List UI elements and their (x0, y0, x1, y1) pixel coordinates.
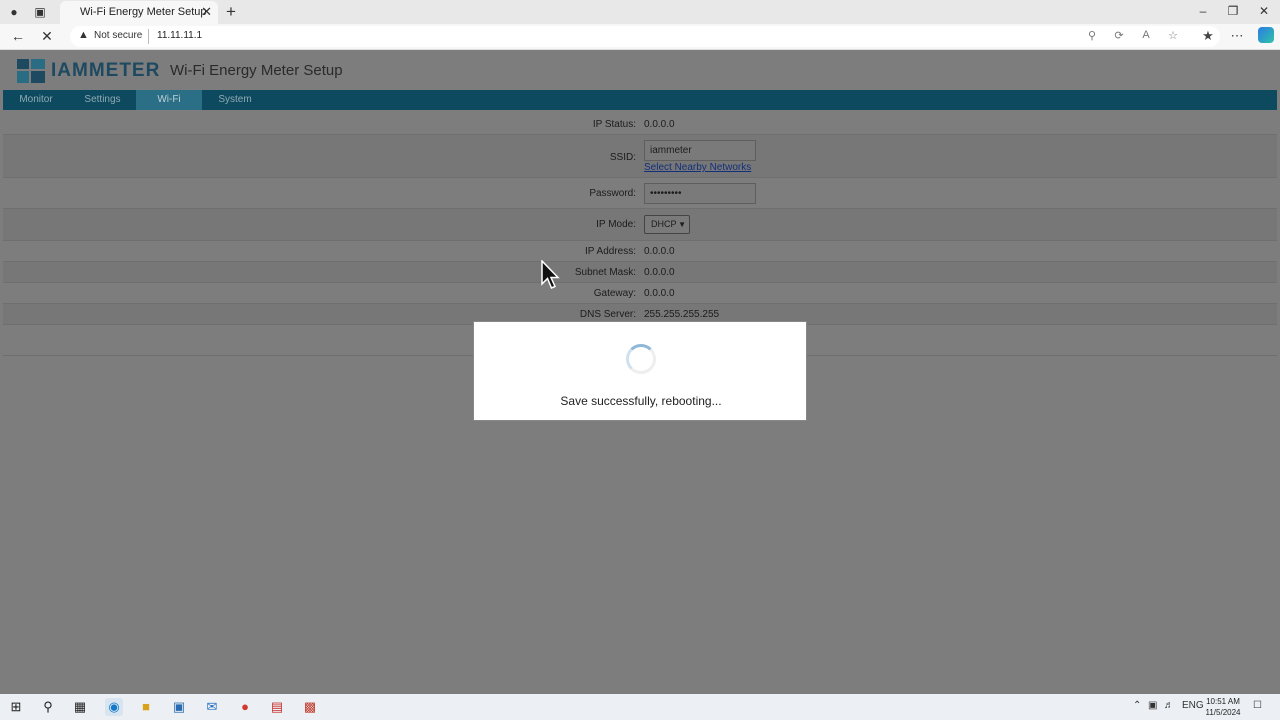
task-view-icon[interactable]: ▦ (71, 698, 89, 716)
ip-mode-label: IP Mode: (596, 219, 636, 230)
app-red-icon[interactable]: ● (236, 698, 254, 716)
mouse-cursor-icon (541, 260, 560, 289)
url-text[interactable]: 11.11.11.1 (157, 30, 202, 41)
minimize-icon[interactable]: – (1193, 4, 1213, 18)
network-icon[interactable]: ▣ (1148, 700, 1157, 711)
search-icon[interactable]: ⚲ (39, 698, 57, 716)
tab-actions-icon[interactable]: ▣ (32, 4, 48, 20)
chevron-down-icon: ▼ (678, 220, 686, 229)
logo-text: IAMMETER (51, 60, 161, 81)
tab-system[interactable]: System (202, 90, 268, 110)
reboot-message: Save successfully, rebooting... (560, 394, 722, 408)
stop-loading-icon[interactable]: ✕ (38, 28, 56, 45)
password-row: Password: ••••••••• (3, 178, 1277, 209)
ip-mode-row: IP Mode: DHCP ▼ (3, 209, 1277, 241)
more-menu-icon[interactable]: ⋯ (1228, 28, 1246, 44)
browser-tab-bar: ● ▣ Wi-Fi Energy Meter Setup ✕ + – ❐ ✕ (0, 0, 1280, 24)
page-title: Wi-Fi Energy Meter Setup (170, 62, 343, 79)
select-nearby-networks-link[interactable]: Select Nearby Networks (644, 162, 751, 173)
ssid-row: SSID: iammeter Select Nearby Networks (3, 135, 1277, 178)
ssid-label: SSID: (609, 152, 636, 163)
windows-taskbar: ⊞ ⚲ ▦ ◉ ■ ▣ ✉ ● ▤ ▩ ⌃ ▣ ♬ ENG 10:51 AM 1… (0, 694, 1280, 720)
back-icon[interactable]: ← (9, 28, 27, 44)
subnet-value: 0.0.0.0 (644, 267, 675, 278)
copilot-icon[interactable] (1258, 27, 1274, 43)
app-available-icon[interactable]: ⟳ (1112, 29, 1126, 42)
tab-settings[interactable]: Settings (69, 90, 136, 110)
file-explorer-icon[interactable]: ■ (137, 698, 155, 716)
ip-status-value: 0.0.0.0 (644, 119, 675, 130)
gateway-value: 0.0.0.0 (644, 288, 675, 299)
url-separator (148, 29, 149, 44)
profile-icon[interactable]: ● (6, 4, 22, 20)
ip-status-row: IP Status: 0.0.0.0 (3, 112, 1277, 135)
dns-label: DNS Server: (579, 309, 636, 320)
browser-tab-title: Wi-Fi Energy Meter Setup (80, 6, 207, 18)
ip-address-label: IP Address: (585, 246, 636, 257)
edge-browser-icon[interactable]: ◉ (105, 698, 123, 716)
clock-date: 11/5/2024 (1205, 708, 1241, 717)
password-key-icon[interactable]: ⚲ (1085, 29, 1099, 42)
warning-icon[interactable]: ▲ (78, 29, 89, 41)
url-bar[interactable]: ▲ Not secure 11.11.11.1 ⚲ ⟳ A ☆ (70, 26, 1220, 47)
close-tab-icon[interactable]: ✕ (201, 4, 212, 20)
subnet-label: Subnet Mask: (574, 267, 636, 278)
volume-icon[interactable]: ♬ (1164, 700, 1174, 711)
start-icon[interactable]: ⊞ (7, 698, 25, 716)
gateway-row: Gateway: 0.0.0.0 (3, 283, 1277, 304)
ip-mode-select[interactable]: DHCP ▼ (644, 215, 690, 234)
notifications-icon[interactable]: ☐ (1253, 700, 1262, 711)
password-input[interactable]: ••••••••• (644, 183, 756, 204)
hidden-icons-chevron-icon[interactable]: ⌃ (1133, 700, 1141, 711)
password-label: Password: (589, 188, 636, 199)
tab-wifi[interactable]: Wi-Fi (136, 90, 202, 110)
ip-address-row: IP Address: 0.0.0.0 (3, 241, 1277, 262)
main-nav: Monitor Settings Wi-Fi System (3, 90, 1277, 110)
extensions-icon[interactable]: ★ (1199, 28, 1217, 44)
ip-status-label: IP Status: (592, 119, 636, 130)
system-clock[interactable]: 10:51 AM 11/5/2024 (1196, 696, 1250, 718)
favorite-star-icon[interactable]: ☆ (1166, 29, 1180, 42)
page-header: IAMMETER Wi-Fi Energy Meter Setup (3, 51, 1277, 90)
ip-mode-selected: DHCP (651, 219, 677, 229)
address-bar-row: ← ✕ ▲ Not secure 11.11.11.1 ⚲ ⟳ A ☆ ★ ⋯ (0, 24, 1280, 50)
mail-icon[interactable]: ✉ (203, 698, 221, 716)
close-window-icon[interactable]: ✕ (1254, 4, 1274, 18)
loading-spinner-icon (626, 344, 656, 374)
reboot-dialog: Save successfully, rebooting... (473, 321, 807, 421)
iammeter-logo-icon (17, 59, 45, 83)
browser-tab[interactable]: Wi-Fi Energy Meter Setup ✕ (60, 1, 218, 24)
store-icon[interactable]: ▣ (170, 698, 188, 716)
app-tool-icon[interactable]: ▩ (301, 698, 319, 716)
app-terminal-icon[interactable]: ▤ (268, 698, 286, 716)
new-tab-icon[interactable]: + (226, 2, 236, 22)
restore-icon[interactable]: ❐ (1223, 4, 1243, 18)
gateway-label: Gateway: (593, 288, 636, 299)
read-aloud-icon[interactable]: A (1139, 29, 1153, 41)
ssid-input[interactable]: iammeter (644, 140, 756, 161)
security-label[interactable]: Not secure (94, 30, 142, 41)
subnet-row: Subnet Mask: 0.0.0.0 (3, 262, 1277, 283)
ip-address-value: 0.0.0.0 (644, 246, 675, 257)
clock-time: 10:51 AM (1206, 697, 1240, 706)
dns-value: 255.255.255.255 (644, 309, 720, 320)
tab-monitor[interactable]: Monitor (3, 90, 69, 110)
